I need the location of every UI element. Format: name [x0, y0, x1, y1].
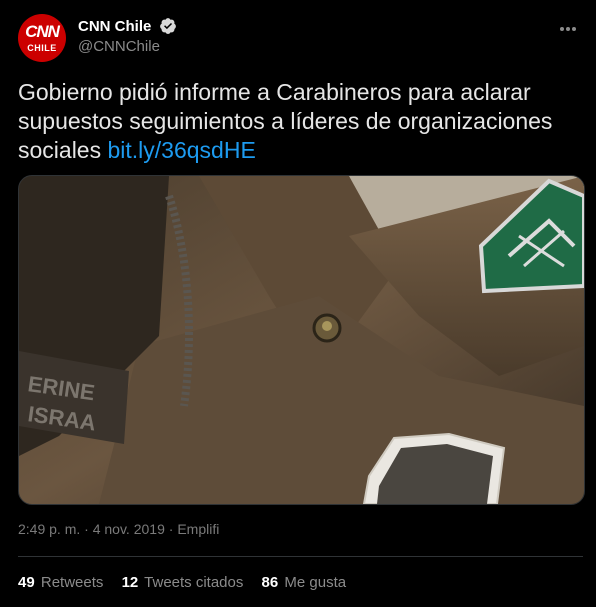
meta-separator: ·: [84, 521, 89, 537]
avatar-logo-text: CNN: [25, 22, 60, 41]
avatar-logo-subtext: CHILE: [27, 43, 57, 53]
author-names: CNN Chile @CNNChile: [78, 17, 177, 55]
handle[interactable]: @CNNChile: [78, 38, 177, 55]
tweet-date[interactable]: 4 nov. 2019: [93, 521, 165, 537]
tweet-source[interactable]: Emplifi: [177, 521, 219, 537]
likes-stat[interactable]: 86 Me gusta: [262, 574, 347, 591]
tweet-media-image[interactable]: ERINE ISRAA: [18, 175, 585, 505]
tweet-stats: 49 Retweets 12 Tweets citados 86 Me gust…: [18, 574, 360, 591]
tweet-body: Gobierno pidió informe a Carabineros par…: [18, 79, 553, 163]
likes-label: Me gusta: [284, 574, 347, 591]
likes-count: 86: [261, 574, 279, 591]
tweet-text: Gobierno pidió informe a Carabineros par…: [18, 78, 578, 165]
verified-badge-icon: [159, 18, 176, 34]
quotes-label: Tweets citados: [144, 574, 244, 591]
avatar[interactable]: CNN CHILE: [18, 14, 66, 62]
uniform-photo: ERINE ISRAA: [19, 176, 584, 504]
meta-separator-2: ·: [168, 521, 174, 537]
quotes-count: 12: [121, 574, 139, 591]
retweets-count: 49: [18, 574, 35, 591]
retweets-stat[interactable]: 49 Retweets: [18, 574, 103, 591]
tweet-meta: 2:49 p. m. · 4 nov. 2019 · Emplifi: [18, 521, 219, 537]
divider: [18, 556, 583, 557]
tweet-time[interactable]: 2:49 p. m.: [18, 521, 80, 537]
retweets-label: Retweets: [40, 574, 104, 591]
quotes-stat[interactable]: 12 Tweets citados: [122, 574, 244, 591]
more-options-icon[interactable]: [559, 18, 583, 36]
tweet-header: CNN CHILE CNN Chile @CNNChile: [18, 14, 583, 62]
display-name[interactable]: CNN Chile: [78, 18, 151, 35]
tweet-link[interactable]: bit.ly/36qsdHE: [107, 137, 255, 163]
